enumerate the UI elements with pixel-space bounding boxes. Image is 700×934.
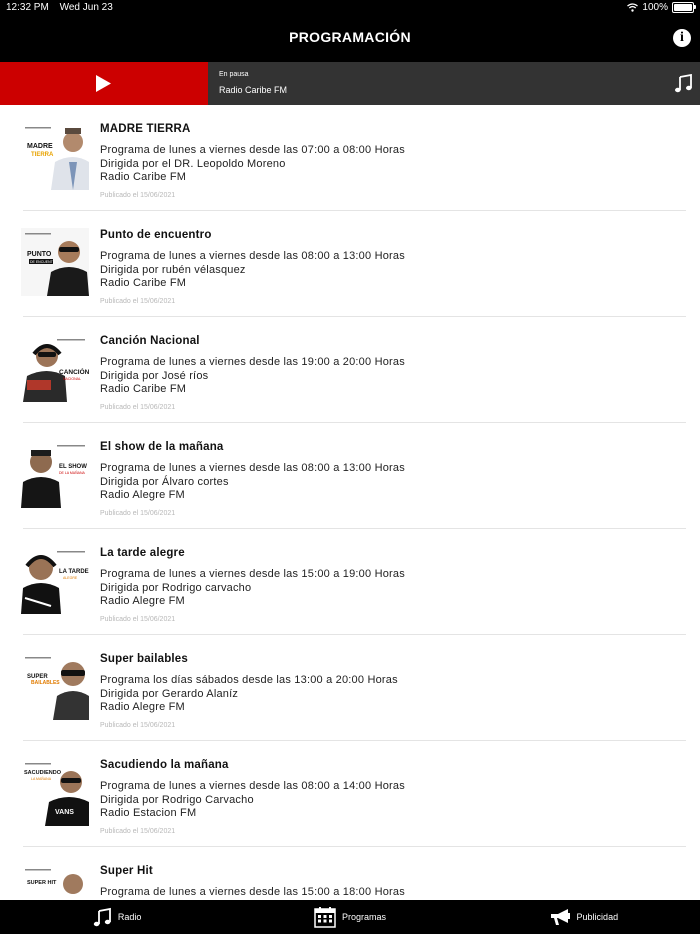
program-schedule: Programa de lunes a viernes desde las 07… — [100, 144, 405, 156]
svg-text:DE LA MAÑANA: DE LA MAÑANA — [59, 470, 86, 475]
program-thumbnail: VANS SACUDIENDO LA MAÑANA — [21, 758, 89, 826]
wifi-icon — [627, 3, 639, 12]
program-item[interactable]: PUNTO DE ENCUENTRO Punto de encuentro Pr… — [0, 211, 700, 317]
svg-text:DE ENCUENTRO: DE ENCUENTRO — [30, 260, 58, 264]
tab-programas[interactable]: Programas — [233, 900, 466, 934]
calendar-icon — [314, 907, 336, 928]
program-schedule: Programa de lunes a viernes desde las 15… — [100, 886, 405, 898]
program-item[interactable]: LA TARDE ALEGRE La tarde alegre Programa… — [0, 529, 700, 635]
svg-text:SUPER HIT: SUPER HIT — [27, 880, 57, 886]
program-station: Radio Caribe FM — [100, 277, 187, 289]
program-host: Dirigida por José ríos — [100, 369, 209, 382]
svg-text:CANCIÓN: CANCIÓN — [59, 367, 89, 376]
music-note-icon[interactable] — [674, 74, 692, 93]
program-item[interactable]: SUPER BAILABLES Super bailables Programa… — [0, 635, 700, 741]
program-station: Radio Estacion FM — [100, 807, 197, 819]
program-published: Publicado el 15/06/2021 — [100, 615, 176, 623]
program-thumbnail: PUNTO DE ENCUENTRO — [21, 228, 89, 296]
play-icon — [96, 75, 111, 92]
program-host: Dirigida por rubén vélasquez — [100, 263, 246, 276]
program-title: Sacudiendo la mañana — [100, 759, 229, 771]
program-schedule: Programa de lunes a viernes desde las 08… — [100, 250, 405, 262]
svg-text:VANS: VANS — [55, 809, 74, 816]
program-title: Canción Nacional — [100, 335, 200, 347]
program-published: Publicado el 15/06/2021 — [100, 297, 176, 305]
status-bar-left: 12:32 PM Wed Jun 23 — [6, 2, 121, 13]
program-published: Publicado el 15/06/2021 — [100, 721, 176, 729]
program-station: Radio Caribe FM — [100, 171, 187, 183]
program-thumbnail: SUPER HIT — [21, 864, 89, 900]
program-schedule: Programa de lunes a viernes desde las 08… — [100, 780, 405, 792]
player-status: En pausa — [219, 71, 249, 78]
player-station: Radio Caribe FM — [219, 85, 288, 95]
music-note-icon — [93, 907, 111, 927]
program-title: Super Hit — [100, 865, 153, 877]
program-item[interactable]: VANS SACUDIENDO LA MAÑANA Sacudiendo la … — [0, 741, 700, 847]
program-list[interactable]: MADRE TIERRA MADRE TIERRA Programa de lu… — [0, 105, 700, 900]
program-station: Radio Caribe FM — [100, 383, 187, 395]
tab-bar: Radio Programas Publicidad — [0, 900, 700, 934]
program-host: Dirigida por Rodrigo carvacho — [100, 581, 252, 594]
battery-percentage: 100% — [642, 2, 668, 13]
program-title: Super bailables — [100, 653, 189, 665]
program-host: Dirigida por Rodrigo Carvacho — [100, 793, 254, 806]
svg-text:LA MAÑANA: LA MAÑANA — [31, 776, 52, 781]
program-title: Punto de encuentro — [100, 229, 212, 241]
info-icon[interactable]: i — [673, 29, 691, 47]
program-thumbnail: LA TARDE ALEGRE — [21, 546, 89, 614]
program-item[interactable]: SUPER HIT Super Hit Programa de lunes a … — [0, 847, 700, 900]
svg-text:LA TARDE: LA TARDE — [59, 569, 89, 575]
program-station: Radio Alegre FM — [100, 489, 185, 501]
tab-programas-label: Programas — [341, 912, 386, 922]
top-bar: 12:32 PM Wed Jun 23 100% PROGRAMACIÓN i — [0, 0, 700, 62]
svg-text:MADRE: MADRE — [27, 143, 53, 150]
program-schedule: Programa de lunes a viernes desde las 19… — [100, 356, 405, 368]
svg-text:SACUDIENDO: SACUDIENDO — [24, 770, 62, 776]
audio-player: En pausa Radio Caribe FM — [0, 62, 700, 105]
tab-radio-label: Radio — [117, 912, 142, 922]
tab-publicidad[interactable]: Publicidad — [467, 900, 700, 934]
tab-publicidad-label: Publicidad — [576, 912, 619, 922]
program-thumbnail: SUPER BAILABLES — [21, 652, 89, 720]
play-button[interactable] — [0, 62, 208, 105]
svg-text:ALEGRE: ALEGRE — [63, 576, 78, 580]
program-host: Dirigida por Gerardo Alaníz — [100, 687, 239, 700]
program-item[interactable]: MADRE TIERRA MADRE TIERRA Programa de lu… — [0, 105, 700, 211]
program-host: Dirigida por Álvaro cortes — [100, 475, 229, 488]
program-station: Radio Alegre FM — [100, 701, 185, 713]
program-title: El show de la mañana — [100, 441, 224, 453]
program-thumbnail: CANCIÓN NACIONAL — [21, 334, 89, 402]
program-schedule: Programa de lunes a viernes desde las 08… — [100, 462, 405, 474]
program-title: MADRE TIERRA — [100, 123, 191, 135]
program-schedule: Programa de lunes a viernes desde las 15… — [100, 568, 405, 580]
program-published: Publicado el 15/06/2021 — [100, 191, 176, 199]
program-host: Dirigida por el DR. Leopoldo Moreno — [100, 157, 286, 170]
program-item[interactable]: EL SHOW DE LA MAÑANA El show de la mañan… — [0, 423, 700, 529]
svg-text:EL SHOW: EL SHOW — [59, 464, 87, 470]
svg-text:BAILABLES: BAILABLES — [31, 680, 60, 686]
program-thumbnail: EL SHOW DE LA MAÑANA — [21, 440, 89, 508]
program-published: Publicado el 15/06/2021 — [100, 827, 176, 835]
program-schedule: Programa los días sábados desde las 13:0… — [100, 674, 398, 686]
program-thumbnail: MADRE TIERRA — [21, 122, 89, 190]
svg-text:NACIONAL: NACIONAL — [63, 377, 81, 381]
status-date: Wed Jun 23 — [59, 2, 113, 13]
megaphone-icon — [550, 909, 570, 925]
battery-icon — [672, 2, 696, 13]
program-published: Publicado el 15/06/2021 — [100, 509, 176, 517]
program-station: Radio Alegre FM — [100, 595, 185, 607]
tab-radio[interactable]: Radio — [0, 900, 233, 934]
page-title: PROGRAMACIÓN — [289, 29, 411, 45]
svg-text:PUNTO: PUNTO — [27, 251, 52, 258]
svg-text:TIERRA: TIERRA — [31, 152, 54, 158]
program-item[interactable]: CANCIÓN NACIONAL Canción Nacional Progra… — [0, 317, 700, 423]
status-time: 12:32 PM — [6, 2, 49, 13]
program-published: Publicado el 15/06/2021 — [100, 403, 176, 411]
program-title: La tarde alegre — [100, 547, 185, 559]
status-bar-right: 100% — [627, 2, 696, 13]
